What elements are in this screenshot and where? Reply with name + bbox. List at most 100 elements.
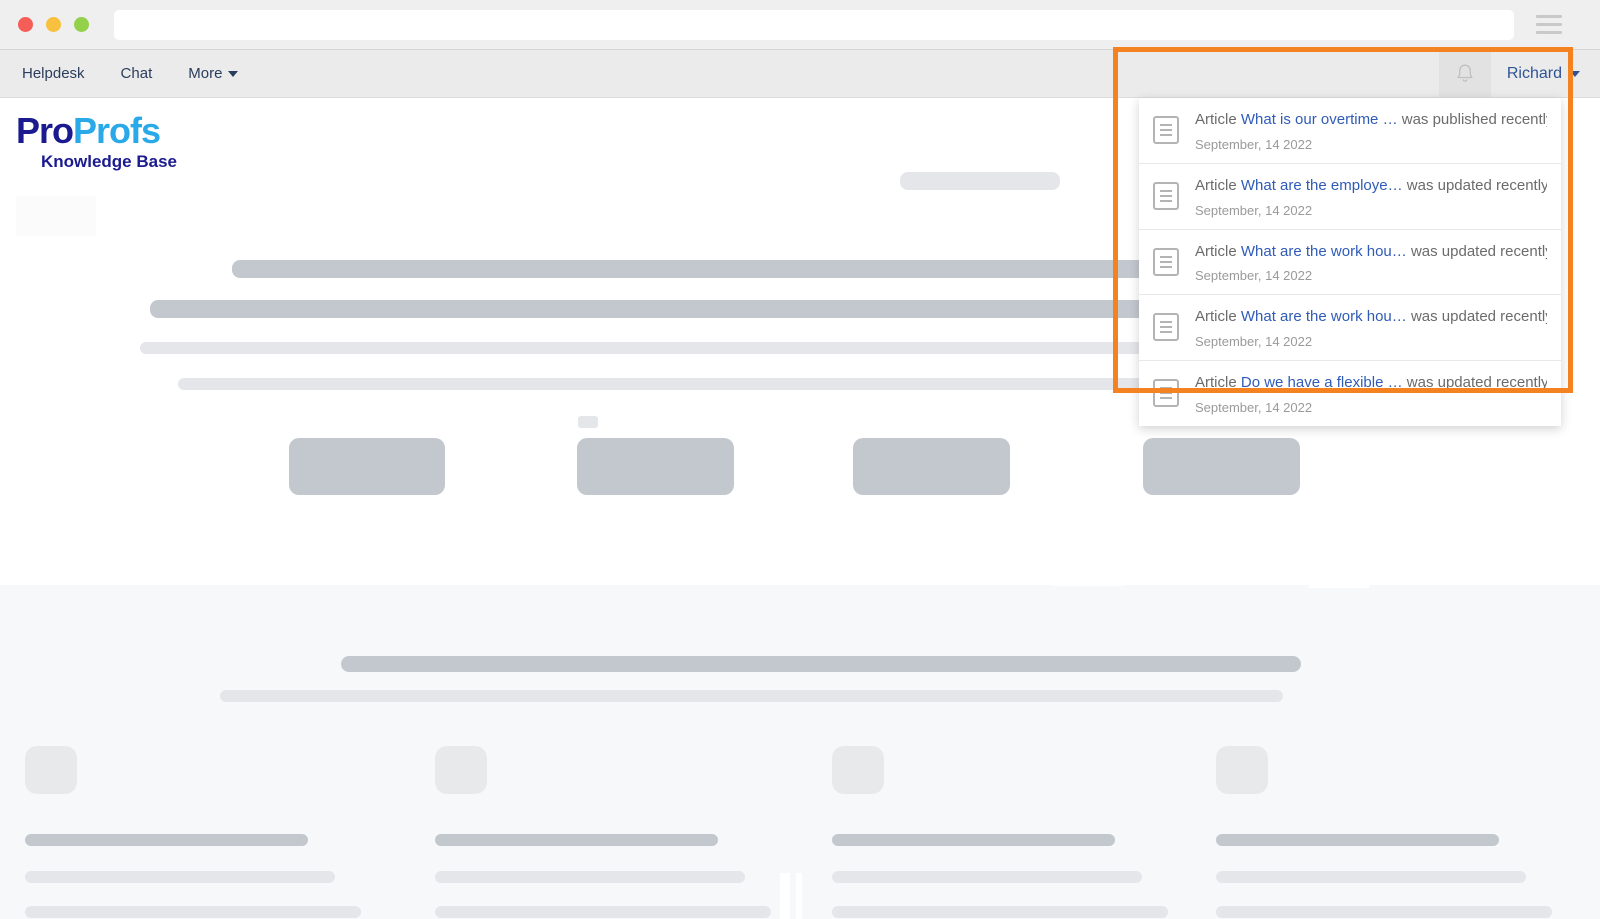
chevron-down-icon <box>1570 70 1580 77</box>
logo-text-pro: Pro <box>16 110 74 151</box>
notification-article-link[interactable]: What are the employe… <box>1241 177 1403 194</box>
lower-section-band <box>0 585 1600 919</box>
skeleton-line <box>435 906 771 918</box>
nav-right-cluster: Richard <box>1438 50 1600 97</box>
nav-item-label: Helpdesk <box>22 65 85 82</box>
document-icon <box>1153 379 1179 407</box>
notification-action: was updated recently <box>1406 374 1547 391</box>
document-icon <box>1153 181 1179 210</box>
notification-text: Article What is our overtime … was publi… <box>1195 111 1547 152</box>
notification-article-link[interactable]: What are the work hou… <box>1241 308 1407 325</box>
notification-text: Article What are the work hou… was updat… <box>1195 308 1547 349</box>
skeleton-avatar <box>1216 746 1268 794</box>
browser-chrome <box>0 0 1600 50</box>
skeleton-line <box>25 834 308 846</box>
skeleton-line <box>25 906 361 918</box>
bell-icon <box>1457 64 1473 82</box>
skeleton-line <box>1216 834 1499 846</box>
skeleton-line <box>435 871 745 883</box>
skeleton-line <box>178 378 1278 390</box>
hamburger-line <box>1536 15 1562 18</box>
notification-prefix: Article <box>1195 176 1237 194</box>
nav-item-chat[interactable]: Chat <box>107 50 167 97</box>
notification-prefix: Article <box>1195 242 1237 260</box>
window-controls <box>18 17 89 32</box>
notification-text: Article What are the employe… was update… <box>1195 177 1547 218</box>
skeleton-line <box>832 906 1168 918</box>
notification-headline: Article What is our overtime … was publi… <box>1195 111 1547 130</box>
address-bar-input[interactable] <box>114 9 1514 40</box>
nav-item-more[interactable]: More <box>174 50 252 97</box>
notification-item[interactable]: Article What are the work hou… was updat… <box>1139 295 1561 361</box>
notification-item[interactable]: Article What are the employe… was update… <box>1139 164 1561 230</box>
notifications-dropdown-panel: Article What is our overtime … was publi… <box>1139 98 1561 426</box>
notifications-bell-button[interactable] <box>1438 50 1491 97</box>
cta-card-background <box>1309 418 1369 588</box>
nav-item-label: More <box>188 65 223 82</box>
hero-white-patch <box>16 196 96 236</box>
column-gap-separator <box>796 873 802 919</box>
notification-headline: Article What are the employe… was update… <box>1195 177 1547 196</box>
skeleton-line <box>900 172 1060 190</box>
skeleton-line <box>150 300 1230 318</box>
notification-action: was updated recently <box>1410 242 1547 260</box>
notification-headline: Article Do we have a flexible … was upda… <box>1195 374 1547 393</box>
notification-article-link[interactable]: Do we have a flexible … <box>1241 374 1403 391</box>
close-window-button[interactable] <box>18 17 33 32</box>
document-icon <box>1153 247 1179 276</box>
skeleton-avatar <box>832 746 884 794</box>
notification-headline: Article What are the work hou… was updat… <box>1195 243 1547 262</box>
skeleton-avatar <box>435 746 487 794</box>
notification-action: was published recently <box>1401 111 1547 128</box>
notification-date: September, 14 2022 <box>1195 399 1313 415</box>
app-top-navigation: Helpdesk Chat More Richard <box>0 50 1600 98</box>
skeleton-line <box>341 656 1301 672</box>
notification-article-link[interactable]: What are the work hou… <box>1241 243 1407 260</box>
minimize-window-button[interactable] <box>46 17 61 32</box>
skeleton-line <box>1216 871 1526 883</box>
notification-item[interactable]: Article What is our overtime … was publi… <box>1139 98 1561 164</box>
notification-prefix: Article <box>1195 374 1237 391</box>
cta-card-background <box>737 416 827 576</box>
notification-item[interactable]: Article What are the work hou… was updat… <box>1139 230 1561 296</box>
skeleton-chip <box>578 416 598 428</box>
nav-item-label: Chat <box>120 65 153 82</box>
logo-text-profs: Profs <box>73 110 161 151</box>
nav-links: Helpdesk Chat More <box>0 50 252 97</box>
cta-card-background <box>53 438 259 530</box>
skeleton-button <box>577 438 734 495</box>
skeleton-line <box>232 260 1232 278</box>
skeleton-line <box>220 690 1283 702</box>
notification-date: September, 14 2022 <box>1195 334 1313 349</box>
hamburger-line <box>1536 23 1562 26</box>
notification-article-link[interactable]: What is our overtime … <box>1241 111 1398 128</box>
logo-wordmark: ProProfs <box>16 110 161 151</box>
notification-date: September, 14 2022 <box>1195 136 1313 152</box>
maximize-window-button[interactable] <box>74 17 89 32</box>
notification-text: Article Do we have a flexible … was upda… <box>1195 374 1547 415</box>
notification-prefix: Article <box>1195 308 1237 326</box>
nav-item-helpdesk[interactable]: Helpdesk <box>8 50 99 97</box>
hamburger-line <box>1536 31 1562 34</box>
hamburger-menu-icon[interactable] <box>1536 15 1562 34</box>
notification-action: was updated recently <box>1406 176 1547 194</box>
user-menu[interactable]: Richard <box>1491 50 1600 97</box>
skeleton-line <box>435 834 718 846</box>
notification-prefix: Article <box>1195 111 1237 128</box>
proprofs-logo[interactable]: ProProfs Knowledge Base <box>10 100 220 185</box>
notification-date: September, 14 2022 <box>1195 202 1313 218</box>
chevron-down-icon <box>228 70 239 77</box>
column-gap-separator <box>780 873 790 919</box>
notification-action: was updated recently <box>1410 308 1547 326</box>
skeleton-line <box>832 834 1115 846</box>
notification-headline: Article What are the work hou… was updat… <box>1195 308 1547 327</box>
skeleton-line <box>1216 906 1552 918</box>
notification-text: Article What are the work hou… was updat… <box>1195 243 1547 284</box>
document-icon <box>1153 116 1179 144</box>
skeleton-line <box>25 871 335 883</box>
notification-item[interactable]: Article Do we have a flexible … was upda… <box>1139 361 1561 426</box>
notification-date: September, 14 2022 <box>1195 268 1313 284</box>
user-name-label: Richard <box>1506 64 1562 82</box>
document-icon <box>1153 313 1179 342</box>
skeleton-button <box>289 438 445 495</box>
